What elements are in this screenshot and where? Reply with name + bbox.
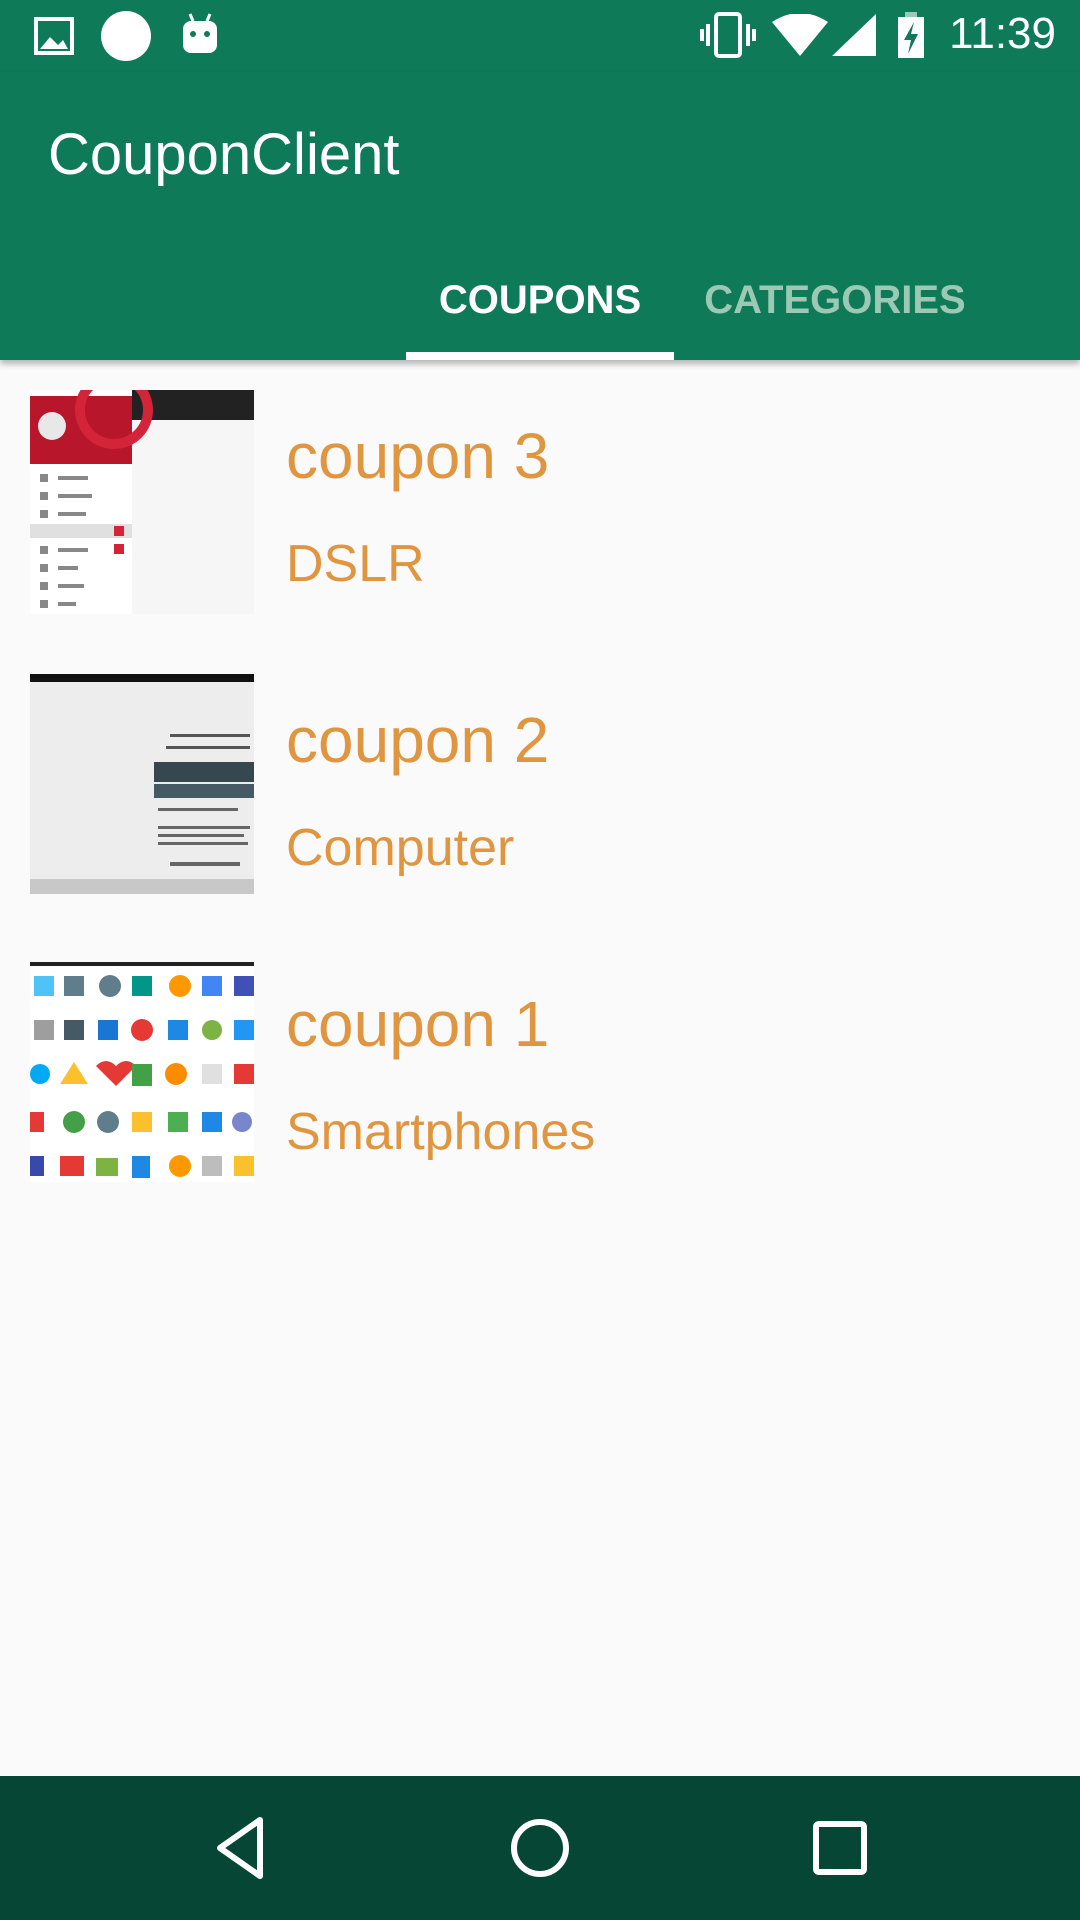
android-icon bbox=[183, 13, 217, 53]
wifi-icon bbox=[772, 14, 828, 56]
coupon-list-item[interactable]: coupon 3 DSLR bbox=[0, 360, 1080, 630]
dialog-screenshot-image bbox=[30, 674, 254, 894]
signal-icon bbox=[832, 14, 876, 56]
battery-charging-icon bbox=[898, 12, 924, 58]
coupon-category: Smartphones bbox=[286, 1103, 596, 1161]
status-time: 11:39 bbox=[949, 9, 1056, 58]
home-icon[interactable] bbox=[498, 1806, 582, 1890]
back-icon[interactable] bbox=[198, 1806, 282, 1890]
navigation-bar bbox=[0, 1776, 1080, 1920]
coupon-list-item[interactable]: coupon 2 Computer bbox=[0, 644, 1080, 914]
coupon-thumbnail bbox=[30, 962, 254, 1182]
coupon-category: Computer bbox=[286, 819, 515, 877]
tab-coupons[interactable]: COUPONS bbox=[406, 280, 674, 360]
coupon-thumbnail bbox=[30, 390, 254, 614]
vibrate-icon bbox=[700, 12, 756, 58]
status-bar: 11:39 bbox=[0, 0, 1080, 72]
coupon-list-item[interactable]: coupon 1 Smartphones bbox=[0, 928, 1080, 1198]
app-drawer-screenshot-image bbox=[30, 390, 254, 614]
app-icons-grid-screenshot-image bbox=[30, 962, 254, 1182]
app-bar: CouponClient COUPONS CATEGORIES bbox=[0, 72, 1080, 360]
coupon-title: coupon 1 bbox=[286, 988, 550, 1060]
tab-categories[interactable]: CATEGORIES bbox=[690, 280, 980, 360]
coupon-category: DSLR bbox=[286, 535, 425, 593]
tab-label: COUPONS bbox=[438, 278, 642, 322]
tab-indicator bbox=[406, 352, 674, 360]
coupon-title: coupon 2 bbox=[286, 704, 550, 776]
recents-icon[interactable] bbox=[798, 1806, 882, 1890]
coupon-thumbnail bbox=[30, 674, 254, 894]
tab-label: CATEGORIES bbox=[704, 278, 966, 322]
image-icon bbox=[34, 17, 74, 55]
coupon-title: coupon 3 bbox=[286, 420, 550, 492]
circle-icon bbox=[101, 11, 151, 61]
app-title: CouponClient bbox=[48, 122, 400, 187]
